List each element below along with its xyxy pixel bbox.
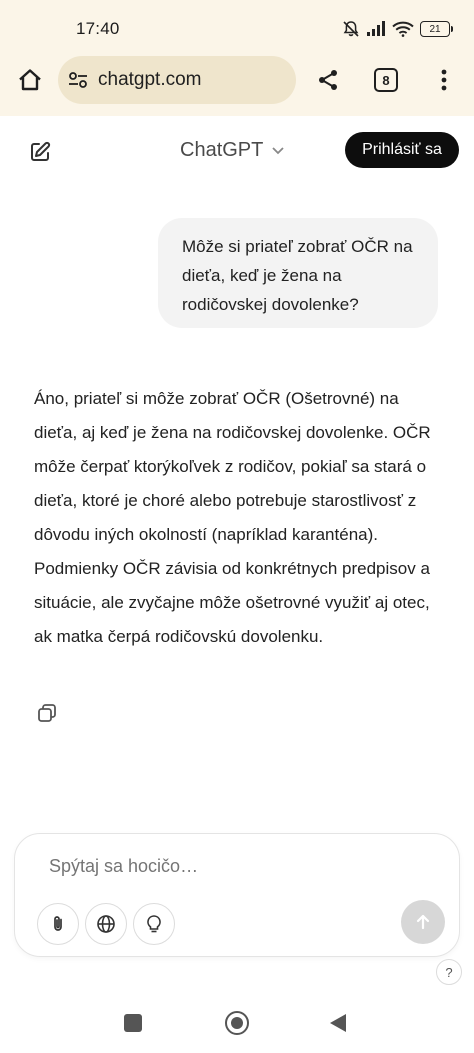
arrow-up-icon: [416, 914, 430, 930]
message-input[interactable]: [49, 856, 409, 877]
status-time: 17:40: [76, 19, 120, 38]
help-button[interactable]: ?: [436, 959, 462, 985]
status-icons: 21: [342, 19, 453, 39]
browser-toolbar: chatgpt.com 8: [0, 52, 474, 108]
new-chat-button[interactable]: [24, 136, 56, 168]
status-bar: 17:40 21: [0, 0, 474, 50]
assistant-message: Áno, priateľ si môže zobrať OČR (Ošetrov…: [34, 389, 431, 646]
user-message-bubble: Môže si priateľ zobrať OČR na dieťa, keď…: [158, 218, 438, 328]
web-search-button[interactable]: [85, 903, 127, 945]
message-composer: [14, 833, 460, 957]
more-menu-button[interactable]: [432, 64, 456, 96]
chevron-down-icon: [272, 147, 284, 155]
share-button[interactable]: [312, 64, 344, 96]
system-nav-bar: [0, 996, 474, 1053]
reason-button[interactable]: [133, 903, 175, 945]
home-icon: [19, 69, 41, 91]
browser-chrome: 17:40 21 chatgpt.com 8: [0, 0, 474, 116]
copy-icon: [38, 704, 56, 722]
app-header: ChatGPT Prihlásiť sa: [0, 116, 474, 186]
recent-apps-icon[interactable]: [124, 1014, 142, 1032]
login-button[interactable]: Prihlásiť sa: [345, 132, 459, 168]
tab-switcher-button[interactable]: 8: [374, 68, 398, 92]
battery-indicator: 21: [420, 21, 453, 37]
globe-icon: [97, 915, 115, 933]
more-vert-icon: [441, 69, 447, 91]
send-button[interactable]: [401, 900, 445, 944]
copy-button[interactable]: [36, 702, 58, 724]
site-settings-icon[interactable]: [66, 68, 90, 92]
share-icon: [319, 70, 337, 90]
home-nav-icon[interactable]: [225, 1011, 249, 1035]
home-button[interactable]: [14, 64, 46, 96]
signal-icon: [367, 21, 385, 36]
model-name: ChatGPT: [180, 138, 264, 161]
wifi-icon: [392, 21, 414, 37]
back-icon[interactable]: [330, 1014, 346, 1032]
model-selector[interactable]: ChatGPT: [180, 136, 285, 164]
paperclip-icon: [54, 916, 62, 931]
attach-button[interactable]: [37, 903, 79, 945]
lightbulb-icon: [147, 915, 161, 933]
url-text[interactable]: chatgpt.com: [98, 69, 202, 91]
address-bar[interactable]: chatgpt.com: [58, 56, 296, 104]
mute-bell-icon: [343, 21, 359, 37]
edit-icon: [31, 141, 51, 161]
